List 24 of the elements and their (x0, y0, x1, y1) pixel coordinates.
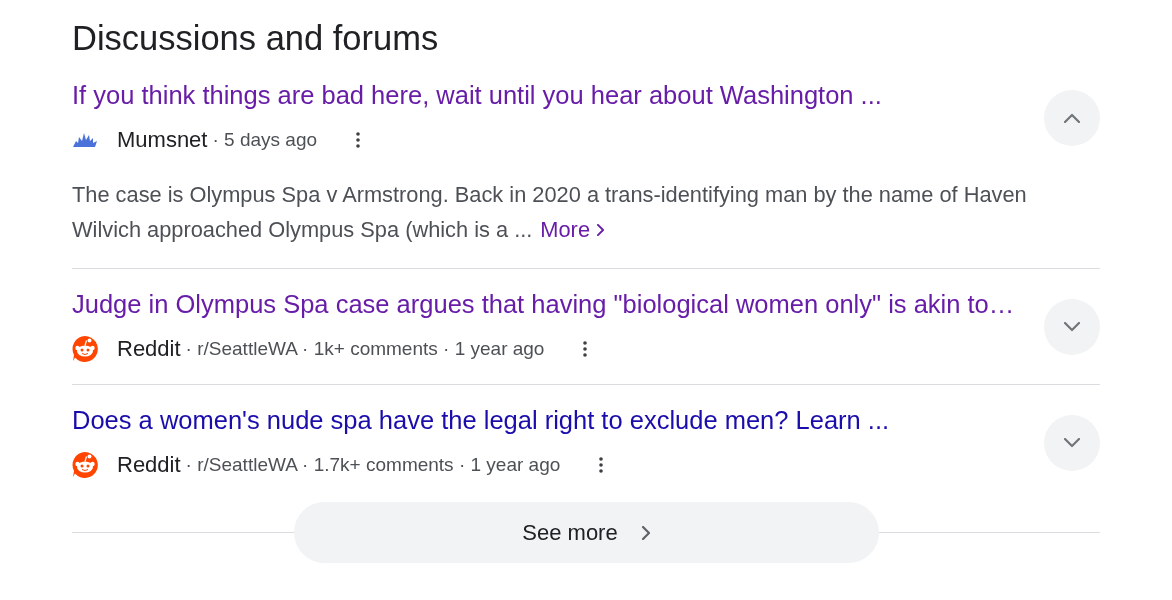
chevron-down-icon (1064, 437, 1080, 448)
more-options-icon (356, 132, 361, 148)
more-link[interactable]: More (540, 212, 604, 247)
thread-details: · 5 days ago (212, 129, 318, 151)
source-name: Reddit (117, 452, 181, 478)
source-name: Mumsnet (117, 127, 208, 153)
more-options-icon (599, 457, 604, 473)
see-more-button[interactable]: See more (293, 502, 879, 563)
thread-title-link[interactable]: If you think things are bad here, wait until you hear about Washington ... (72, 77, 882, 113)
thread-details: · r/SeattleWA · 1.7k+ comments · 1 year ago (185, 454, 561, 476)
alien-face-logo-icon (72, 336, 98, 362)
snippet-text: The case is Olympus Spa v Armstrong. Back in 2020 a trans-identifying man by the name of Haven Wilvich approached Olympus Spa (which is a ... More (72, 177, 1100, 247)
chevron-up-icon (1064, 112, 1080, 123)
thread-title-link[interactable]: Does a women's nude spa have the legal right to exclude men? Learn ... (72, 402, 890, 438)
splash-logo-icon (72, 132, 98, 148)
section-heading: Discussions and forums (72, 18, 439, 58)
chevron-down-icon (1064, 321, 1080, 332)
source-name: Reddit (117, 336, 181, 362)
chevron-right-icon (641, 525, 650, 540)
chevron-right-icon (597, 223, 604, 236)
thread-title-link[interactable]: Judge in Olympus Spa case argues that having "biological women only" is akin to… (72, 286, 1015, 322)
alien-face-logo-icon (72, 452, 98, 478)
more-options-icon (583, 341, 588, 357)
thread-details: · r/SeattleWA · 1k+ comments · 1 year ago (185, 338, 545, 360)
